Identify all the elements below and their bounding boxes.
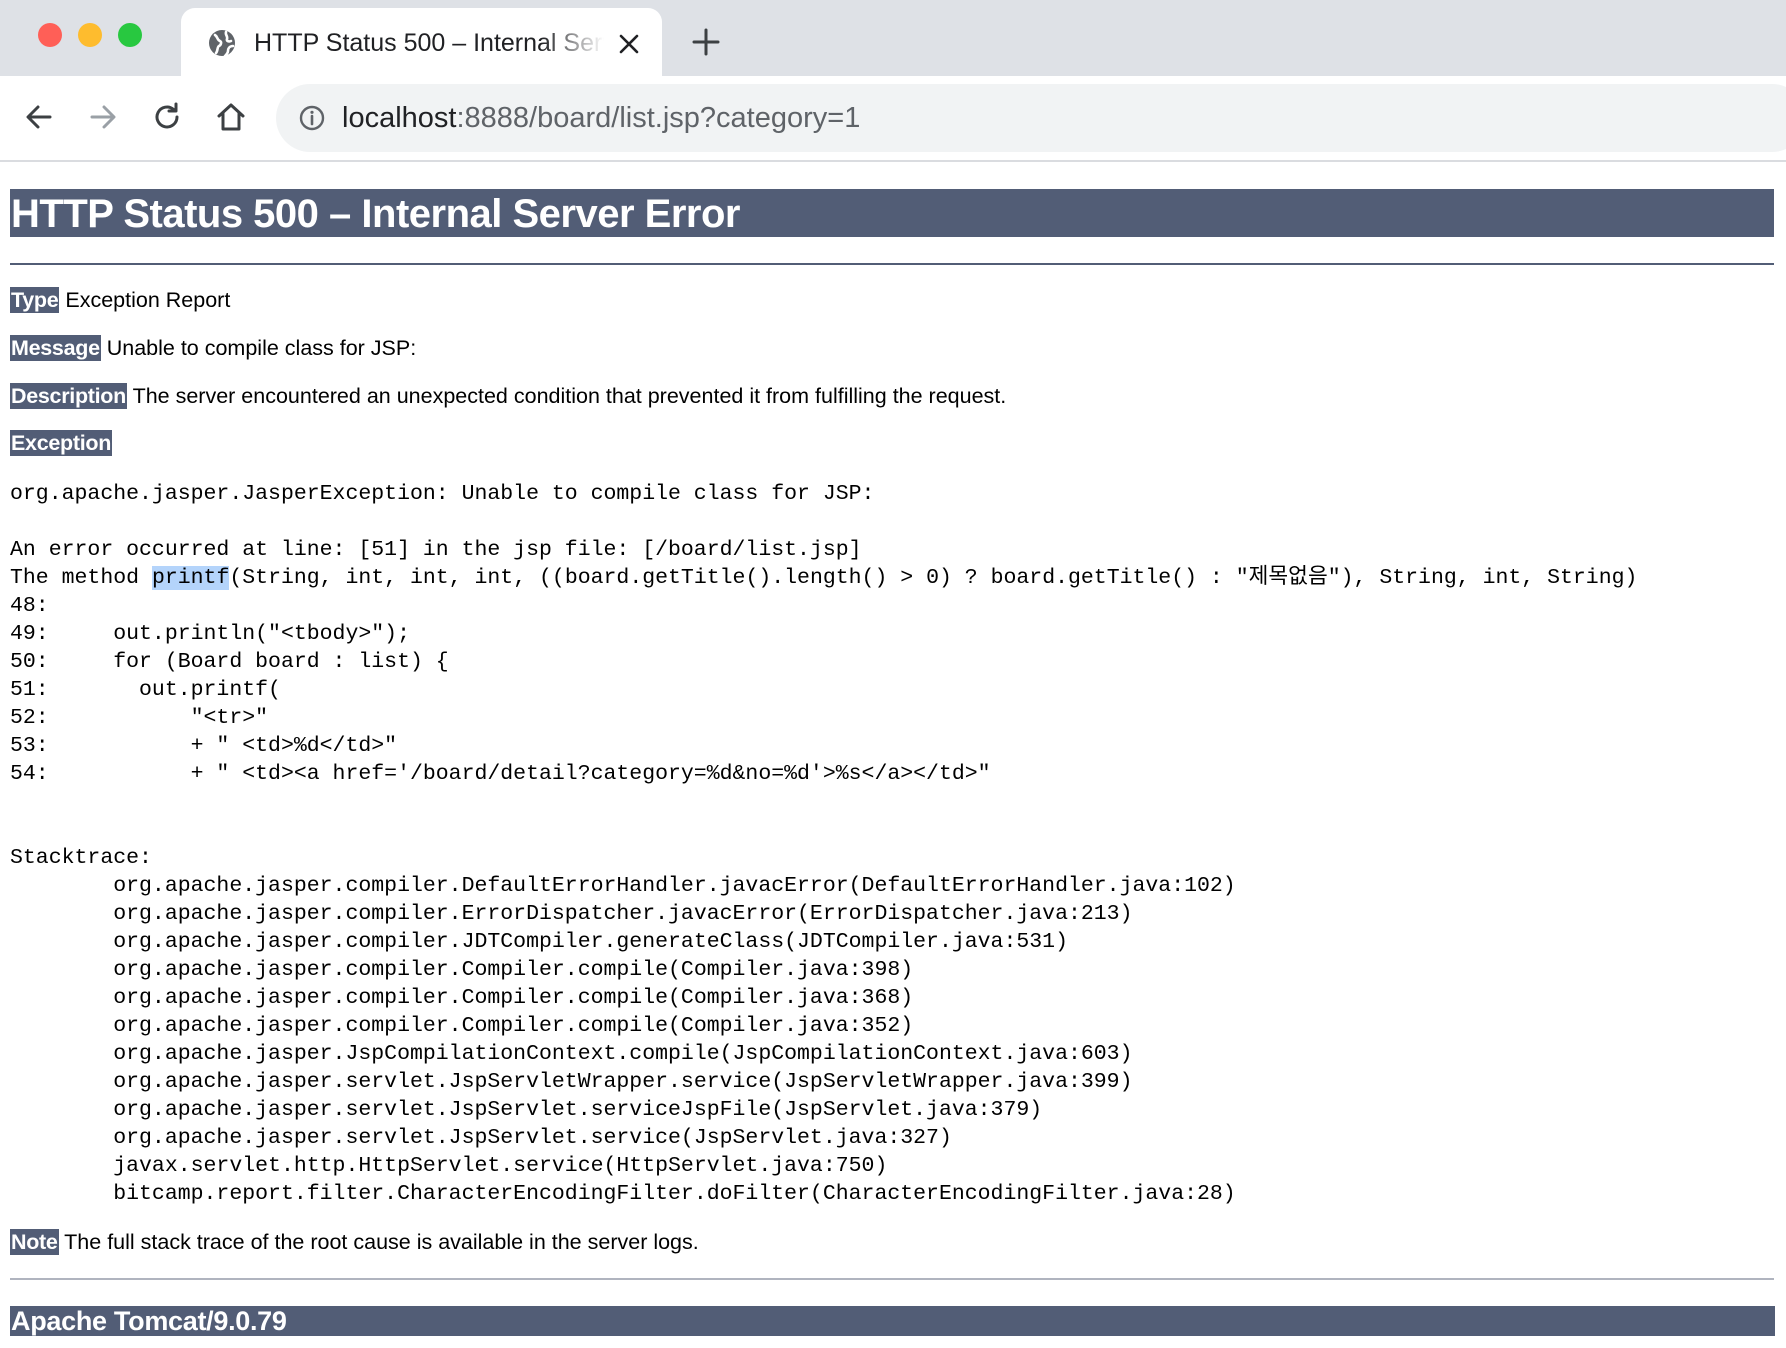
code-line: 52: "<tr>" [10, 706, 269, 730]
exception-row: Exception [10, 429, 113, 457]
url-host: localhost [342, 102, 457, 134]
stack-frame: bitcamp.report.filter.CharacterEncodingF… [113, 1182, 1236, 1206]
info-icon[interactable] [298, 104, 326, 132]
code-line: 49: out.println("<tbody>"); [10, 622, 410, 646]
divider [10, 1278, 1774, 1280]
code-line: 51: out.printf( [10, 678, 281, 702]
globe-icon [209, 30, 235, 58]
page-title: HTTP Status 500 – Internal Server Error [10, 189, 1774, 237]
divider [10, 263, 1774, 265]
minimize-window-button[interactable] [78, 23, 102, 47]
code-line: 54: + " <td><a href='/board/detail?categ… [10, 762, 991, 786]
tab-strip: HTTP Status 500 – Internal Server Error [0, 0, 1786, 76]
browser-tab[interactable]: HTTP Status 500 – Internal Server Error [181, 8, 662, 76]
selected-text: printf [151, 566, 230, 590]
address-bar[interactable]: localhost:8888/board/list.jsp?category=1 [276, 84, 1786, 152]
reload-icon[interactable] [150, 100, 184, 134]
type-row: Type Exception Report [10, 286, 230, 314]
stack-frame: org.apache.jasper.servlet.JspServletWrap… [113, 1070, 1133, 1094]
message-value: Unable to compile class for JSP: [106, 336, 417, 360]
code-line: 48: [10, 594, 62, 618]
message-row: Message Unable to compile class for JSP: [10, 334, 416, 362]
tab-title: HTTP Status 500 – Internal Server Error [254, 29, 604, 57]
stack-frame: javax.servlet.http.HttpServlet.service(H… [113, 1154, 888, 1178]
close-icon[interactable] [617, 32, 641, 56]
stack-frame: org.apache.jasper.compiler.Compiler.comp… [113, 986, 914, 1010]
zoom-window-button[interactable] [118, 23, 142, 47]
type-value: Exception Report [65, 288, 231, 312]
note-row: Note The full stack trace of the root ca… [10, 1228, 699, 1256]
method-signature: (String, int, int, int, ((board.getTitle… [229, 566, 1638, 590]
url-path: :8888/board/list.jsp?category=1 [456, 102, 861, 134]
error-line-text: An error occurred at line: [51] in the j… [10, 538, 862, 562]
note-value: The full stack trace of the root cause i… [64, 1230, 699, 1254]
home-icon[interactable] [214, 100, 248, 134]
error-page: HTTP Status 500 – Internal Server Error … [10, 189, 1775, 1336]
stack-frame: org.apache.jasper.compiler.JDTCompiler.g… [113, 930, 1068, 954]
server-footer: Apache Tomcat/9.0.79 [10, 1306, 1775, 1336]
note-label: Note [10, 1229, 59, 1255]
stack-frame: org.apache.jasper.compiler.DefaultErrorH… [113, 874, 1236, 898]
url-text[interactable]: localhost:8888/board/list.jsp?category=1 [342, 84, 860, 152]
stack-frame: org.apache.jasper.compiler.ErrorDispatch… [113, 902, 1133, 926]
plus-icon[interactable] [690, 26, 722, 58]
code-line: 53: + " <td>%d</td>" [10, 734, 398, 758]
exception-text: org.apache.jasper.JasperException: Unabl… [10, 482, 875, 506]
stack-frame: org.apache.jasper.JspCompilationContext.… [113, 1042, 1133, 1066]
back-icon[interactable] [22, 100, 56, 134]
description-value: The server encountered an unexpected con… [132, 384, 1007, 408]
stack-frame: org.apache.jasper.compiler.Compiler.comp… [113, 958, 914, 982]
code-line: 50: for (Board board : list) { [10, 650, 449, 674]
exception-detail: org.apache.jasper.JasperException: Unabl… [10, 480, 1637, 1208]
close-window-button[interactable] [38, 23, 62, 47]
method-prefix: The method [10, 566, 152, 590]
forward-icon[interactable] [86, 100, 120, 134]
description-label: Description [10, 383, 127, 409]
stack-frame: org.apache.jasper.compiler.Compiler.comp… [113, 1014, 914, 1038]
message-label: Message [10, 335, 101, 361]
type-label: Type [10, 287, 60, 313]
exception-label: Exception [10, 430, 113, 456]
description-row: Description The server encountered an un… [10, 382, 1006, 410]
toolbar: localhost:8888/board/list.jsp?category=1 [0, 76, 1786, 162]
stacktrace-label: Stacktrace: [10, 846, 152, 870]
stack-frame: org.apache.jasper.servlet.JspServlet.ser… [113, 1126, 952, 1150]
stack-frame: org.apache.jasper.servlet.JspServlet.ser… [113, 1098, 1043, 1122]
